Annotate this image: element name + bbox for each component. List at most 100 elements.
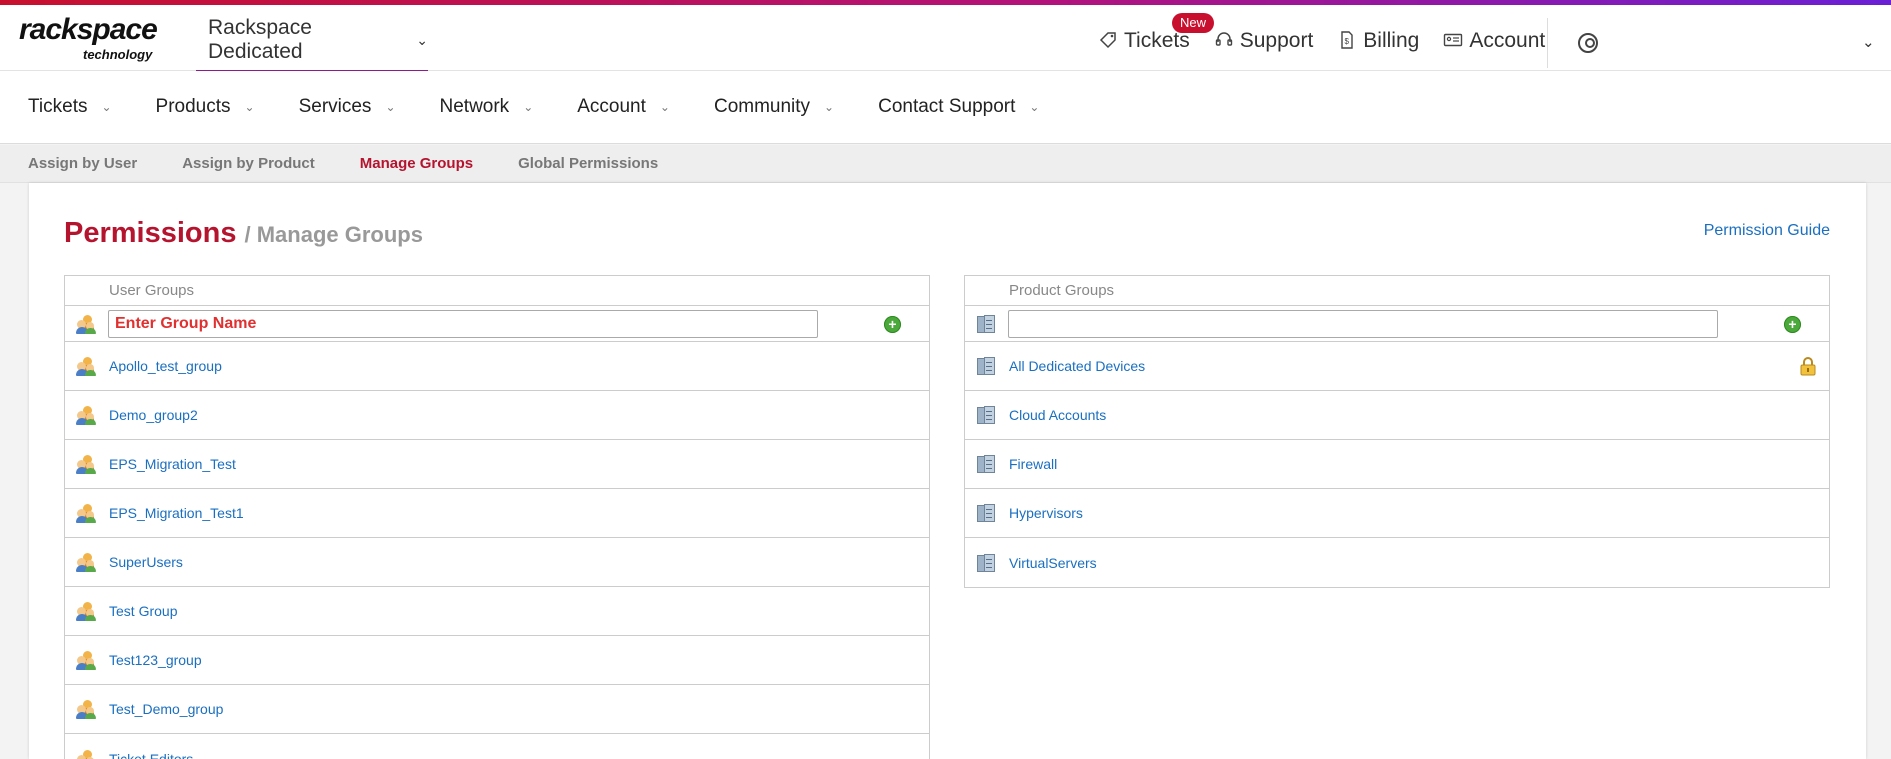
list-item: Ticket Editors	[65, 734, 929, 759]
nav-label: Contact Support	[878, 96, 1016, 117]
header-link-support[interactable]: Support	[1214, 29, 1314, 53]
list-item: All Dedicated Devices	[965, 342, 1829, 391]
header-link-label: Billing	[1363, 29, 1420, 52]
invoice-icon: $	[1337, 30, 1359, 52]
list-item: Test Group	[65, 587, 929, 636]
chevron-down-icon: ⌄	[385, 100, 396, 114]
list-item: Demo_group2	[65, 391, 929, 440]
server-icon	[977, 504, 995, 522]
list-item: EPS_Migration_Test	[65, 440, 929, 489]
user-group-link[interactable]: Demo_group2	[109, 407, 198, 423]
svg-text:$: $	[1345, 37, 1350, 46]
server-icon	[977, 314, 995, 333]
user-avatar-icon[interactable]	[1578, 33, 1598, 53]
lock-icon	[1799, 356, 1817, 376]
chevron-down-icon: ⌄	[659, 100, 670, 114]
user-group-icon	[76, 406, 96, 425]
header-link-label: Support	[1239, 29, 1314, 52]
product-groups-header: Product Groups	[965, 276, 1829, 306]
user-group-link[interactable]: SuperUsers	[109, 554, 183, 570]
tab-assign-by-user[interactable]: Assign by User	[28, 155, 137, 172]
permission-guide-link[interactable]: Permission Guide	[1704, 222, 1830, 240]
user-group-link[interactable]: EPS_Migration_Test	[109, 456, 236, 472]
user-group-link[interactable]: Test_Demo_group	[109, 701, 223, 717]
nav-network[interactable]: Network ⌄	[440, 96, 534, 118]
product-group-name-input[interactable]	[1008, 310, 1718, 338]
nav-label: Services	[298, 96, 372, 117]
nav-tickets[interactable]: Tickets ⌄	[28, 96, 112, 118]
tab-global-permissions[interactable]: Global Permissions	[518, 155, 658, 172]
user-group-link[interactable]: Apollo_test_group	[109, 358, 222, 374]
id-card-icon	[1443, 30, 1465, 52]
user-group-icon	[76, 651, 96, 670]
rackspace-logo[interactable]: rackspace technology	[19, 13, 159, 65]
nav-products[interactable]: Products ⌄	[156, 96, 255, 118]
user-group-link[interactable]: EPS_Migration_Test1	[109, 505, 244, 521]
nav-community[interactable]: Community ⌄	[714, 96, 834, 118]
logo-wordmark: rackspace	[19, 13, 158, 46]
list-item: Cloud Accounts	[965, 391, 1829, 440]
product-group-link[interactable]: Hypervisors	[1009, 505, 1083, 521]
user-group-icon	[76, 504, 96, 523]
group-name-input[interactable]	[108, 310, 818, 338]
server-icon	[977, 455, 995, 473]
header-link-account[interactable]: Account	[1443, 29, 1545, 53]
list-item: VirtualServers	[965, 538, 1829, 587]
user-group-link[interactable]: Test123_group	[109, 652, 202, 668]
chevron-down-icon: ⌄	[244, 100, 255, 114]
server-icon	[977, 357, 995, 375]
server-icon	[977, 553, 995, 572]
sub-nav: Assign by User Assign by Product Manage …	[0, 145, 1891, 183]
user-group-icon	[76, 602, 96, 621]
product-group-link[interactable]: Cloud Accounts	[1009, 407, 1106, 423]
product-group-link[interactable]: Firewall	[1009, 456, 1057, 472]
nav-label: Products	[155, 96, 231, 117]
chevron-down-icon: ⌄	[824, 100, 835, 114]
new-badge: New	[1172, 13, 1215, 33]
tab-assign-by-product[interactable]: Assign by Product	[182, 155, 315, 172]
chevron-down-icon[interactable]: ⌄	[1862, 33, 1875, 51]
list-item: Test123_group	[65, 636, 929, 685]
header-divider	[1547, 18, 1548, 68]
logo-tagline: technology	[83, 47, 153, 62]
nav-contact-support[interactable]: Contact Support ⌄	[878, 96, 1039, 118]
top-header: rackspace technology Rackspace Dedicated…	[0, 5, 1891, 72]
list-item: Firewall	[965, 440, 1829, 489]
list-item: Hypervisors	[965, 489, 1829, 538]
nav-label: Tickets	[28, 96, 88, 117]
account-switcher[interactable]: Rackspace Dedicated ⌄	[196, 10, 428, 72]
tab-manage-groups[interactable]: Manage Groups	[360, 155, 473, 172]
list-item: Apollo_test_group	[65, 342, 929, 391]
add-product-group-button[interactable]: +	[1784, 316, 1801, 333]
nav-account[interactable]: Account ⌄	[577, 96, 670, 118]
header-link-tickets[interactable]: Tickets New	[1098, 13, 1215, 53]
chevron-down-icon: ⌄	[101, 100, 112, 114]
user-group-link[interactable]: Test Group	[109, 603, 177, 619]
nav-label: Community	[713, 96, 811, 117]
chevron-down-icon: ⌄	[523, 100, 534, 114]
chevron-down-icon: ⌄	[416, 31, 428, 48]
user-group-icon	[76, 314, 96, 334]
list-item: EPS_Migration_Test1	[65, 489, 929, 538]
user-group-link[interactable]: Ticket Editors	[109, 751, 193, 759]
header-link-label: Account	[1469, 29, 1546, 52]
list-item: Test_Demo_group	[65, 685, 929, 734]
list-item: SuperUsers	[65, 538, 929, 587]
ticket-icon	[1098, 30, 1120, 52]
chevron-down-icon: ⌄	[1029, 100, 1040, 114]
product-group-link[interactable]: VirtualServers	[1009, 555, 1097, 571]
product-groups-panel: Product Groups + All Dedicated Devices C…	[964, 275, 1830, 588]
content-card: Permissions / Manage Groups Permission G…	[29, 183, 1866, 759]
page-title-main: Permissions	[64, 217, 237, 249]
user-group-icon	[76, 553, 96, 572]
header-link-billing[interactable]: $ Billing	[1337, 29, 1419, 53]
user-group-input-row: +	[65, 306, 929, 342]
user-groups-panel: User Groups + Apollo_test_group Demo_gro…	[64, 275, 930, 759]
user-group-icon	[76, 455, 96, 474]
product-group-link[interactable]: All Dedicated Devices	[1009, 358, 1145, 374]
add-user-group-button[interactable]: +	[884, 316, 901, 333]
headset-icon	[1214, 30, 1236, 52]
nav-services[interactable]: Services ⌄	[299, 96, 396, 118]
account-switcher-label: Rackspace Dedicated	[208, 16, 312, 63]
user-group-icon	[77, 749, 95, 759]
